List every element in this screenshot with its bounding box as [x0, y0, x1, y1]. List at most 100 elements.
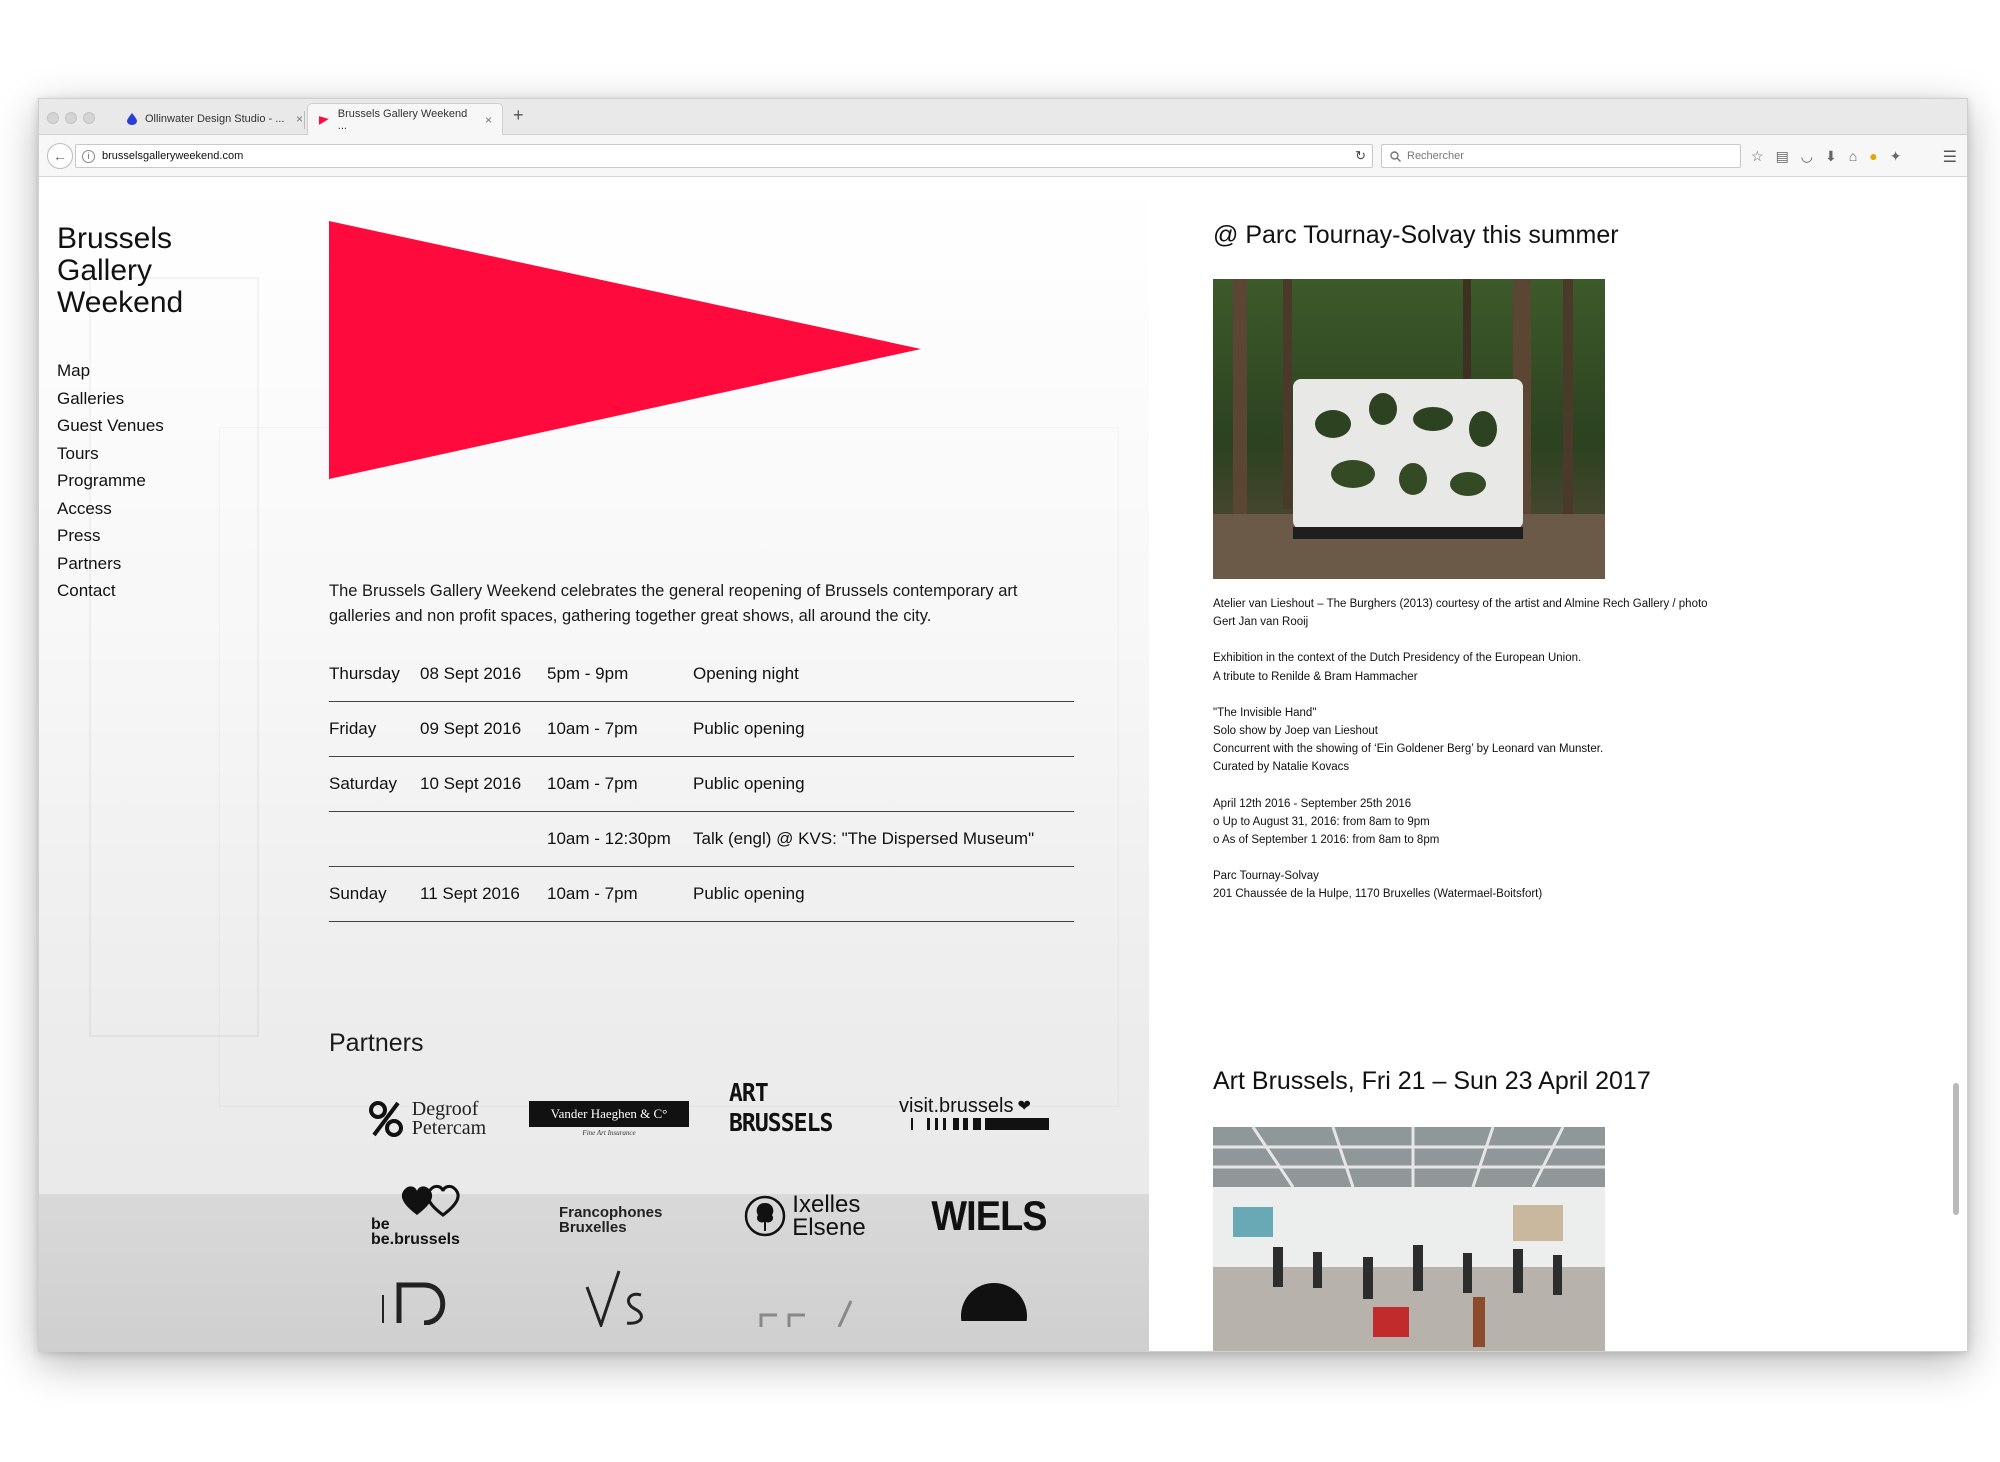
schedule-time: 10am - 12:30pm — [547, 829, 671, 848]
site-title[interactable]: Brussels Gallery Weekend — [57, 223, 257, 319]
show-line: Solo show by Joep van Lieshout — [1213, 725, 1378, 738]
logo-text: BRUSSELS — [729, 1108, 833, 1137]
art-fair-photo-graphic — [1213, 1127, 1605, 1351]
nav-partners[interactable]: Partners — [57, 550, 164, 578]
nav-guest-venues[interactable]: Guest Venues — [57, 412, 164, 440]
schedule-date: 09 Sept 2016 — [420, 719, 522, 738]
partners-heading: Partners — [329, 1029, 424, 1057]
schedule-event: Public opening — [693, 774, 805, 793]
schedule-table: Thursday 08 Sept 2016 5pm - 9pm Opening … — [329, 647, 1074, 922]
ixelles-elsene-logo[interactable]: Ixelles Elsene — [735, 1189, 875, 1243]
nav-press[interactable]: Press — [57, 522, 164, 550]
partner-logo-partial-2[interactable] — [579, 1267, 659, 1327]
venue-line: Parc Tournay-Solvay — [1213, 870, 1319, 883]
hamburger-menu-icon[interactable]: ☰ — [1943, 147, 1957, 167]
star-icon[interactable]: ☆ — [1751, 148, 1764, 165]
navigation-toolbar: ← i brusselsgalleryweekend.com ↻ Recherc… — [39, 135, 1967, 177]
chrome-icon[interactable]: ● — [1869, 148, 1877, 164]
vander-haeghen-logo[interactable]: Vander Haeghen & C° — [529, 1101, 689, 1127]
url-bar[interactable]: i brusselsgalleryweekend.com ↻ — [75, 144, 1373, 168]
art-fair-photo[interactable] — [1213, 1127, 1605, 1351]
dates-line: April 12th 2016 - September 25th 2016 — [1213, 797, 1412, 810]
schedule-row: Friday 09 Sept 2016 10am - 7pm Public op… — [329, 702, 1074, 757]
dates-line: o As of September 1 2016: from 8am to 8p… — [1213, 834, 1440, 847]
toolbar-icons: ☆ ▤ ◡ ⬇ ⌂ ● ✦ — [1751, 144, 1901, 168]
show-line: Concurrent with the showing of ‘Ein Gold… — [1213, 743, 1604, 756]
heart-icon: ❤ — [1017, 1098, 1031, 1115]
barcode-graphic — [911, 1117, 1049, 1130]
partner-logo-partial-4[interactable] — [959, 1281, 1029, 1321]
new-tab-button[interactable]: + — [513, 105, 524, 126]
arrow-left-icon: ← — [53, 148, 67, 164]
visit-brussels-logo[interactable]: visit.brussels ❤ — [899, 1087, 1069, 1137]
nav-programme[interactable]: Programme — [57, 467, 164, 495]
logo-text: Vander Haeghen & C° — [550, 1106, 668, 1121]
art-brussels-logo[interactable]: ART BRUSSELS — [729, 1075, 849, 1141]
nav-tours[interactable]: Tours — [57, 440, 164, 468]
francophones-bruxelles-logo[interactable]: Francophones Bruxelles — [559, 1197, 699, 1243]
news-column: @ Parc Tournay-Solvay this summer Atelie… — [1149, 177, 1967, 1351]
nav-galleries[interactable]: Galleries — [57, 385, 164, 413]
percent-icon — [368, 1101, 403, 1137]
home-icon[interactable]: ⌂ — [1849, 148, 1857, 164]
schedule-time: 10am - 7pm — [547, 719, 638, 738]
schedule-time: 5pm - 9pm — [547, 664, 629, 683]
intro-text: The Brussels Gallery Weekend celebrates … — [329, 582, 1018, 625]
tab-divider — [304, 111, 305, 129]
zoom-window-button[interactable] — [83, 112, 95, 124]
degroof-petercam-logo[interactable]: Degroof Petercam — [357, 1091, 497, 1147]
download-icon[interactable]: ⬇ — [1825, 148, 1837, 165]
schedule-day: Friday — [329, 719, 377, 738]
url-text: brusselsgalleryweekend.com — [102, 150, 244, 162]
schedule-day: Thursday — [329, 664, 400, 683]
info-icon[interactable]: i — [82, 149, 95, 163]
schedule-row: Sunday 11 Sept 2016 10am - 7pm Public op… — [329, 867, 1074, 922]
close-tab-icon[interactable]: × — [485, 113, 492, 127]
wiels-logo[interactable]: WIELS — [926, 1191, 1052, 1241]
hearts-icon — [401, 1184, 460, 1217]
partner-logo-partial-3[interactable] — [759, 1297, 859, 1327]
scrollbar-thumb[interactable] — [1953, 1083, 1959, 1215]
caption-line: Atelier van Lieshout – The Burghers (201… — [1213, 598, 1708, 610]
sculpture-photo[interactable] — [1213, 279, 1605, 579]
schedule-event: Talk (engl) @ KVS: "The Dispersed Museum… — [693, 829, 1035, 848]
site-title-line: Gallery — [57, 254, 153, 287]
clipboard-icon[interactable]: ▤ — [1776, 148, 1789, 165]
tab-brussels-gallery-weekend[interactable]: Brussels Gallery Weekend ... × — [307, 103, 503, 135]
be-brussels-logo[interactable]: be be.brussels — [371, 1181, 471, 1248]
tree-icon — [745, 1195, 786, 1237]
caption-line: Gert Jan van Rooij — [1213, 616, 1309, 629]
web-page: Brussels Gallery Weekend Map Galleries G… — [39, 177, 1967, 1351]
context-line: A tribute to Renilde & Bram Hammacher — [1213, 670, 1418, 683]
nav-access[interactable]: Access — [57, 495, 164, 523]
logo-subtext: Fine Art Insurance — [582, 1129, 636, 1137]
back-button[interactable]: ← — [47, 143, 73, 169]
schedule-time: 10am - 7pm — [547, 884, 638, 903]
reload-icon[interactable]: ↻ — [1355, 148, 1366, 164]
search-bar[interactable]: Rechercher — [1381, 144, 1741, 168]
logo-text: Francophones — [559, 1204, 663, 1221]
tab-ollinwater[interactable]: Ollinwater Design Studio - ... × — [117, 103, 313, 135]
pocket-icon[interactable]: ◡ — [1801, 148, 1813, 165]
schedule-time: 10am - 7pm — [547, 774, 638, 793]
schedule-row: Saturday 10 Sept 2016 10am - 7pm Public … — [329, 757, 1074, 812]
schedule-date: 08 Sept 2016 — [420, 664, 522, 683]
extension-icon[interactable]: ✦ — [1890, 148, 1902, 165]
nav-contact[interactable]: Contact — [57, 577, 164, 605]
logo-text: visit.brussels — [899, 1094, 1014, 1117]
close-window-button[interactable] — [47, 112, 59, 124]
nav-map[interactable]: Map — [57, 357, 164, 385]
show-line: Curated by Natalie Kovacs — [1213, 761, 1350, 774]
context-line: Exhibition in the context of the Dutch P… — [1213, 652, 1582, 665]
minimize-window-button[interactable] — [65, 112, 77, 124]
main-column: Brussels Gallery Weekend Map Galleries G… — [39, 177, 1149, 1351]
schedule-date: 10 Sept 2016 — [420, 774, 522, 793]
news-heading-art-brussels: Art Brussels, Fri 21 – Sun 23 April 2017 — [1213, 1067, 1651, 1095]
close-tab-icon[interactable]: × — [296, 112, 303, 126]
partner-logo-partial-1[interactable] — [379, 1275, 499, 1325]
search-placeholder: Rechercher — [1407, 150, 1464, 162]
logo-text: Elsene — [792, 1214, 866, 1241]
flag-favicon-icon — [318, 115, 329, 125]
schedule-day: Saturday — [329, 774, 398, 793]
red-pennant-flag — [329, 221, 921, 479]
